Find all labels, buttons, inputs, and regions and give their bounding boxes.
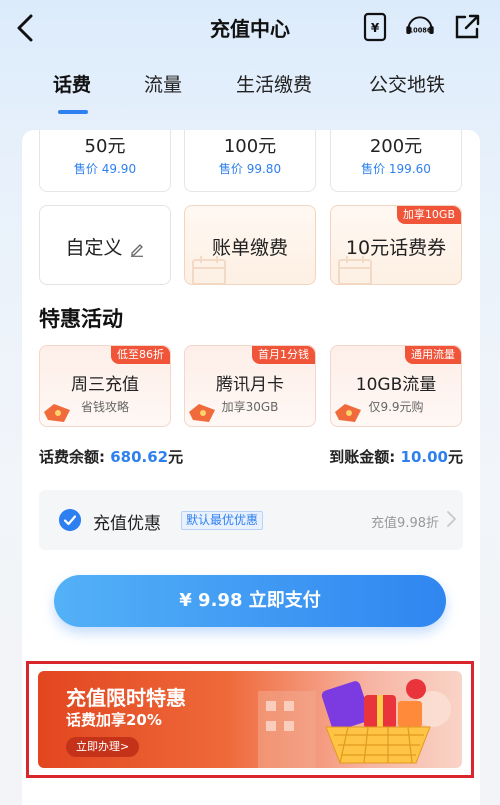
bonus-tag: 加享10GB: [396, 206, 461, 224]
banner-title: 充值限时特惠: [66, 686, 186, 710]
credit-amount-info: 到账金额: 10.00元: [329, 446, 463, 467]
discount-selector[interactable]: 充值优惠 默认最优优惠 充值9.98折: [39, 490, 463, 550]
checkmark-icon[interactable]: [59, 509, 81, 531]
custom-amount-option[interactable]: 自定义: [39, 205, 171, 285]
tab-data[interactable]: 流量: [144, 70, 182, 97]
amount-value: 100元: [223, 136, 277, 157]
promo-card-data[interactable]: 通用流量 10GB流量 仅9.9元购: [330, 345, 462, 427]
amount-value: 50元: [84, 136, 126, 157]
discount-label: 充值优惠: [93, 514, 161, 534]
category-tabs: 话费 流量 生活缴费 公交地铁: [0, 70, 500, 114]
coupon-decoration-icon: [44, 404, 70, 422]
amount-option-200[interactable]: 200元 售价 199.60: [330, 130, 462, 192]
amount-price: 售价 99.80: [218, 162, 282, 176]
credit-value: 10.00: [400, 448, 448, 466]
balance-unit: 元: [168, 448, 184, 466]
promo-title: 周三充值: [71, 375, 139, 395]
balance-row: 话费余额: 680.62元 到账金额: 10.00元: [39, 446, 463, 470]
tab-transit[interactable]: 公交地铁: [369, 70, 445, 97]
tab-phone-bill[interactable]: 话费: [53, 70, 91, 97]
option-label: 自定义: [40, 233, 170, 260]
credit-label: 到账金额:: [329, 448, 396, 466]
balance-info: 话费余额: 680.62元: [39, 446, 183, 467]
bill-yen-icon[interactable]: ¥: [360, 12, 390, 42]
section-title: 特惠活动: [39, 307, 123, 331]
promo-title: 腾讯月卡: [216, 375, 284, 395]
option-label: 10元话费券: [345, 237, 447, 259]
promo-title: 10GB流量: [355, 375, 437, 395]
top-bar: 充值中心 ¥ 10086: [0, 0, 500, 56]
promo-card-tencent[interactable]: 首月1分钱 腾讯月卡 加享30GB: [184, 345, 316, 427]
credit-unit: 元: [447, 448, 463, 466]
coupon-decoration-icon: [335, 404, 361, 422]
promo-tag: 通用流量: [405, 346, 461, 364]
amount-value: 200元: [369, 136, 423, 157]
banner-subtitle: 话费加享20%: [66, 711, 162, 729]
coupon-decoration-icon: [189, 404, 215, 422]
customer-service-icon[interactable]: 10086: [405, 12, 435, 42]
cs-number: 10086: [409, 26, 432, 34]
balance-value: 680.62: [110, 448, 169, 466]
chevron-right-icon: [447, 511, 456, 527]
active-tab-indicator: [58, 110, 88, 114]
balance-label: 话费余额:: [39, 448, 105, 466]
bill-payment-option[interactable]: 账单缴费: [184, 205, 316, 285]
amount-price: 售价 199.60: [361, 162, 431, 176]
pay-now-button[interactable]: ¥ 9.98 立即支付: [54, 575, 446, 627]
gift-basket-illustration-icon: [258, 679, 451, 768]
option-label: 账单缴费: [211, 237, 288, 259]
handle-now-button[interactable]: 立即办理>: [66, 737, 140, 757]
promo-tag: 低至86折: [111, 346, 170, 364]
promo-banner[interactable]: 充值限时特惠 话费加享20% 立即办理>: [38, 671, 462, 768]
amount-price: 售价 49.90: [73, 162, 137, 176]
discount-value: 充值9.98折: [371, 516, 439, 531]
amount-option-100[interactable]: 100元 售价 99.80: [184, 130, 316, 192]
custom-label: 自定义: [65, 237, 123, 259]
voucher-option[interactable]: 加享10GB 10元话费券: [330, 205, 462, 285]
promo-card-wednesday[interactable]: 低至86折 周三充值 省钱攻略: [39, 345, 171, 427]
share-icon[interactable]: [452, 12, 482, 42]
promo-tag: 首月1分钱: [252, 346, 315, 364]
discount-badge: 默认最优优惠: [181, 511, 264, 530]
edit-pencil-icon: [130, 243, 143, 257]
amount-option-50[interactable]: 50元 售价 49.90: [39, 130, 171, 192]
tab-utilities[interactable]: 生活缴费: [236, 70, 312, 97]
svg-text:¥: ¥: [371, 21, 380, 35]
highlight-frame: 充值限时特惠 话费加享20% 立即办理>: [26, 661, 474, 778]
recharge-card: 50元 售价 49.90 100元 售价 99.80 200元 售价 199.6…: [22, 130, 480, 805]
